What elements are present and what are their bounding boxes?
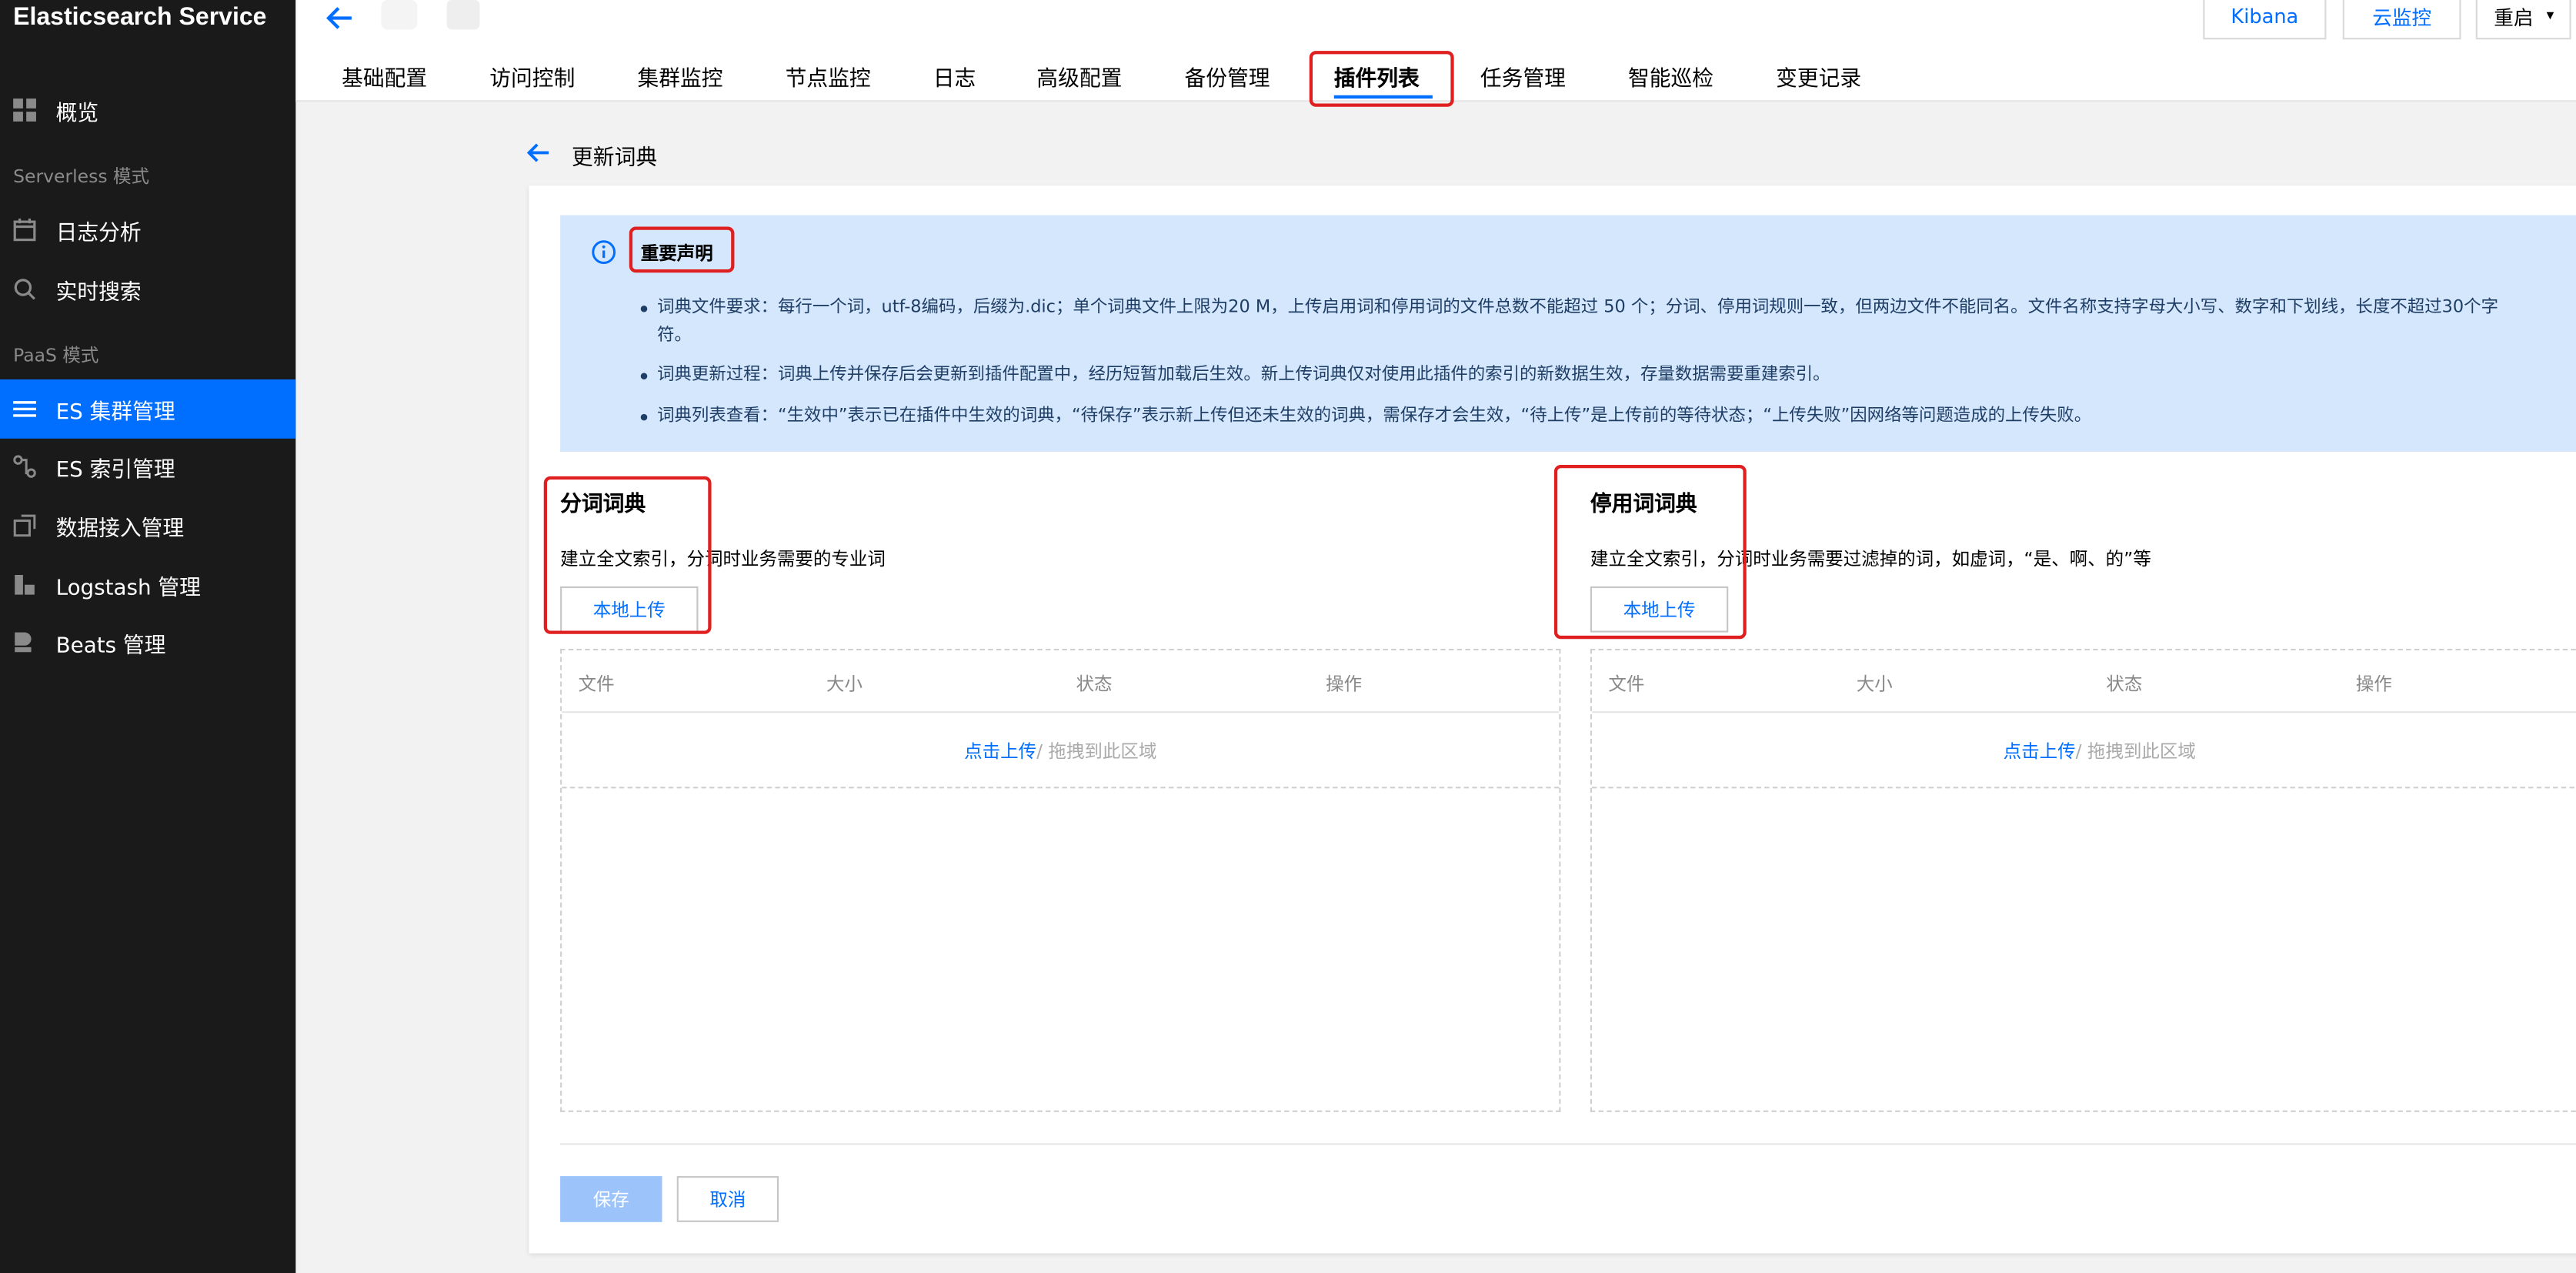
bullet-icon	[640, 305, 648, 312]
stop-dict-desc: 建立全文索引，分词时业务需要过滤掉的词，如虚词，“是、啊、的”等	[1590, 548, 2151, 570]
tab-access-control[interactable]: 访问控制	[489, 61, 575, 92]
top-bar: Kibana 云监控 重启 ▾ 基础配置 访问控制 集群监控 节点监控 日志 高…	[295, 0, 2576, 102]
notice-item-text: 词典列表查看：“生效中”表示已在插件中生效的词典，“待保存”表示新上传但还未生效…	[657, 406, 2092, 426]
tab-node-monitor[interactable]: 节点监控	[786, 61, 871, 92]
cancel-button[interactable]: 取消	[676, 1176, 779, 1222]
page-title: 更新词典	[572, 145, 658, 171]
calendar-icon	[13, 218, 36, 242]
section-paas: PaaS 模式	[13, 345, 99, 366]
tab-backup[interactable]: 备份管理	[1184, 61, 1270, 92]
sidebar-item-data-ingest[interactable]: 数据接入管理	[0, 496, 295, 556]
sidebar-item-realtime-search[interactable]: 实时搜索	[0, 259, 295, 319]
notice-item: 词典列表查看：“生效中”表示已在插件中生效的词典，“待保存”表示新上传但还未生效…	[640, 403, 2530, 430]
app-brand: Elasticsearch Service	[13, 3, 267, 32]
blurred-cluster-name	[446, 0, 480, 30]
stop-dict-title: 停用词词典	[1590, 493, 1697, 518]
drop-zone[interactable]: 点击上传 / 拖拽到此区域	[562, 713, 1560, 789]
tab-tasks[interactable]: 任务管理	[1480, 61, 1566, 92]
info-icon	[592, 240, 616, 265]
column-header: 状态	[2106, 673, 2143, 695]
sidebar-item-logstash[interactable]: Logstash 管理	[0, 555, 295, 614]
nodes-icon	[13, 455, 36, 478]
sidebar-item-label: 数据接入管理	[55, 516, 185, 542]
sidebar-item-overview[interactable]: 概览	[0, 81, 295, 140]
search-icon	[13, 278, 36, 301]
bullet-icon	[640, 413, 648, 421]
save-button[interactable]: 保存	[560, 1176, 662, 1222]
column-header: 大小	[826, 673, 863, 695]
segment-file-table: 文件 大小 状态 操作 点击上传 / 拖拽到此区域	[560, 649, 1561, 1112]
notice-item-text: 词典文件要求：每行一个词，utf-8编码，后缀为.dic；单个词典文件上限为20…	[657, 297, 2499, 346]
notice-item-text: 词典更新过程：词典上传并保存后会更新到插件配置中，经历短暂加载后生效。新上传词典…	[657, 364, 1830, 385]
active-tab-indicator	[1333, 95, 1433, 99]
back-arrow-icon[interactable]	[325, 3, 355, 32]
column-header: 状态	[1076, 673, 1113, 695]
sidebar-item-label: 日志分析	[55, 221, 142, 246]
notice-item: 词典文件要求：每行一个词，utf-8编码，后缀为.dic；单个词典文件上限为20…	[640, 294, 2530, 350]
blurred-cluster-id	[381, 0, 418, 30]
sidebar-item-es-cluster[interactable]: ES 集群管理	[0, 379, 296, 439]
cloud-monitor-button[interactable]: 云监控	[2342, 0, 2461, 40]
stop-upload-button[interactable]: 本地上传	[1590, 586, 1729, 633]
tab-cluster-monitor[interactable]: 集群监控	[637, 61, 722, 92]
sidebar-item-label: ES 索引管理	[55, 457, 175, 483]
tab-plugins[interactable]: 插件列表	[1334, 61, 1420, 92]
column-header: 大小	[1856, 673, 1893, 695]
logstash-icon	[13, 573, 36, 596]
restart-dropdown[interactable]: 重启 ▾	[2475, 0, 2571, 40]
back-arrow-icon[interactable]	[526, 139, 552, 165]
data-icon	[13, 514, 36, 537]
sidebar-item-label: Beats 管理	[55, 633, 166, 658]
sidebar-item-beats[interactable]: Beats 管理	[0, 613, 295, 672]
app-root: Elasticsearch Service 概览 Serverless 模式 日…	[0, 0, 2576, 1273]
tab-logs[interactable]: 日志	[933, 61, 976, 92]
click-upload-link[interactable]: 点击上传	[964, 737, 1036, 763]
section-serverless: Serverless 模式	[13, 165, 150, 188]
tab-basic-config[interactable]: 基础配置	[342, 61, 427, 92]
tab-change-log[interactable]: 变更记录	[1776, 61, 1861, 92]
chevron-down-icon: ▾	[2546, 8, 2554, 25]
segment-dict-title: 分词词典	[560, 493, 646, 518]
grid-icon	[13, 99, 36, 122]
footer-divider	[560, 1143, 2576, 1145]
sidebar-item-label: 概览	[55, 101, 99, 126]
notice-title: 重要声明	[640, 242, 713, 265]
tab-inspection[interactable]: 智能巡检	[1628, 61, 1713, 92]
sidebar-item-label: ES 集群管理	[55, 399, 175, 425]
column-header: 操作	[1326, 673, 1363, 695]
drop-zone[interactable]: 点击上传 / 拖拽到此区域	[1592, 713, 2576, 789]
sidebar-item-log-analysis[interactable]: 日志分析	[0, 200, 295, 259]
sidebar: Elasticsearch Service 概览 Serverless 模式 日…	[0, 0, 296, 1273]
tab-advanced-config[interactable]: 高级配置	[1036, 61, 1122, 92]
restart-label: 重启	[2494, 5, 2534, 29]
drop-hint: / 拖拽到此区域	[1036, 740, 1157, 762]
bullet-icon	[640, 373, 648, 380]
stop-file-table: 文件 大小 状态 操作 点击上传 / 拖拽到此区域	[1590, 649, 2576, 1112]
notice-item: 词典更新过程：词典上传并保存后会更新到插件配置中，经历短暂加载后生效。新上传词典…	[640, 362, 2530, 389]
table-header: 文件 大小 状态 操作	[562, 650, 1560, 713]
segment-dict-desc: 建立全文索引，分词时业务需要的专业词	[560, 548, 886, 570]
drop-hint: / 拖拽到此区域	[2075, 740, 2196, 762]
table-header: 文件 大小 状态 操作	[1592, 650, 2576, 713]
column-header: 文件	[578, 673, 615, 695]
sidebar-item-es-index[interactable]: ES 索引管理	[0, 437, 295, 496]
segment-upload-button[interactable]: 本地上传	[560, 586, 699, 633]
click-upload-link[interactable]: 点击上传	[2004, 737, 2076, 763]
kibana-button[interactable]: Kibana	[2203, 0, 2327, 40]
column-header: 文件	[1608, 673, 1645, 695]
beats-icon	[13, 631, 36, 654]
list-icon	[13, 397, 36, 420]
column-header: 操作	[2355, 673, 2392, 695]
sidebar-item-label: 实时搜索	[55, 279, 142, 305]
sidebar-item-label: Logstash 管理	[55, 576, 201, 601]
